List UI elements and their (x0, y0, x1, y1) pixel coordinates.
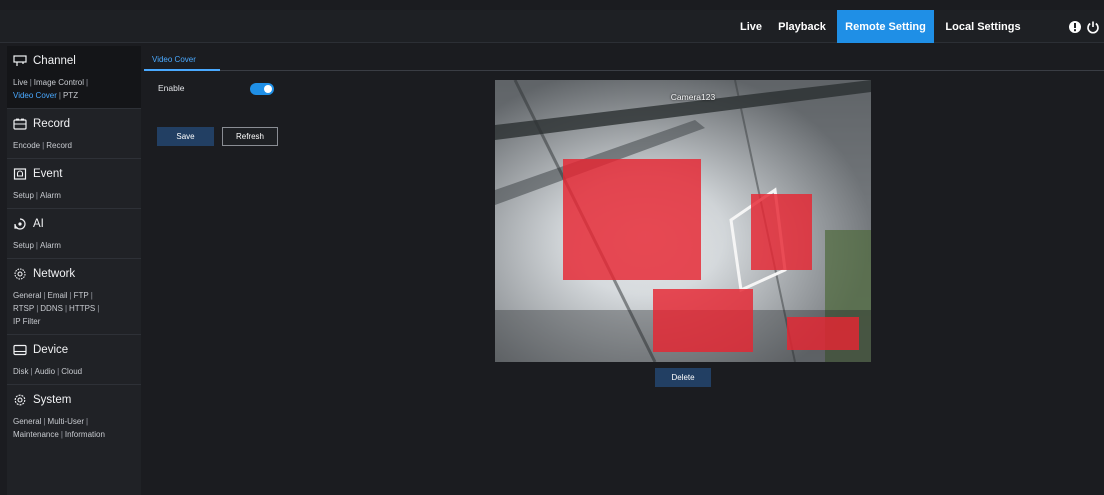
top-icons (1068, 20, 1104, 34)
sidebar-link-video-cover[interactable]: Video Cover (13, 91, 57, 100)
sidebar-link-maintenance[interactable]: Maintenance (13, 430, 59, 439)
sidebar-device-links: Disk | Audio | Cloud (13, 367, 83, 376)
enable-label: Enable (158, 83, 185, 93)
sidebar-device-title: Device (33, 344, 69, 356)
record-icon (13, 118, 27, 130)
sidebar-section-network: Network General | Email | FTP | RTSP | DDNS | HTT… (7, 259, 141, 335)
sidebar-system-header[interactable]: System (13, 391, 135, 409)
sidebar-record-header[interactable]: Record (13, 115, 135, 133)
sidebar-link-information[interactable]: Information (65, 430, 105, 439)
channel-icon (13, 55, 27, 66)
sidebar-link-record[interactable]: Record (46, 141, 72, 150)
sidebar-link-audio[interactable]: Audio (35, 367, 55, 376)
sidebar-link-multi-user[interactable]: Multi-User (48, 417, 84, 426)
nav-live[interactable]: Live (731, 10, 771, 43)
sidebar-network-title: Network (33, 268, 76, 280)
sidebar-link-cloud[interactable]: Cloud (61, 367, 82, 376)
sidebar-link-ddns[interactable]: DDNS (40, 304, 63, 313)
sidebar-channel-title: Channel (33, 55, 76, 67)
sidebar-link-system-general[interactable]: General (13, 417, 41, 426)
ai-icon (14, 218, 26, 230)
sidebar-link-ai-setup[interactable]: Setup (13, 241, 34, 250)
sidebar-link-ip-filter[interactable]: IP Filter (13, 317, 40, 326)
device-icon (13, 344, 27, 356)
toggle-knob (264, 85, 272, 93)
sidebar-link-email[interactable]: Email (48, 291, 68, 300)
sidebar-event-title: Event (33, 168, 63, 180)
tab-bar: Video Cover (144, 50, 1104, 71)
top-nav: Live Playback Remote Setting Local Setti… (731, 10, 1104, 43)
sidebar-section-record: Record Encode | Record (7, 109, 141, 159)
main-content: Video Cover Enable Save Refresh Camera12… (144, 46, 1104, 495)
delete-button[interactable]: Delete (655, 368, 711, 387)
sidebar-event-header[interactable]: Event (13, 165, 135, 183)
info-icon[interactable] (1068, 20, 1082, 34)
sidebar-ai-links: Setup | Alarm (13, 241, 61, 250)
sidebar-link-ai-alarm[interactable]: Alarm (40, 241, 61, 250)
save-button[interactable]: Save (157, 127, 214, 146)
gear-icon (14, 394, 26, 406)
sidebar-system-title: System (33, 394, 72, 406)
nav-local-settings[interactable]: Local Settings (934, 10, 1032, 43)
event-icon (13, 168, 27, 180)
cover-area-2[interactable] (751, 194, 812, 270)
power-icon[interactable] (1086, 20, 1100, 34)
sidebar-link-rtsp[interactable]: RTSP (13, 304, 34, 313)
sidebar-link-encode[interactable]: Encode (13, 141, 40, 150)
app-root: Live Playback Remote Setting Local Setti… (0, 0, 1104, 495)
sidebar-channel-links: Live | Image Control | Video Cover | PTZ (13, 78, 89, 100)
sidebar-section-system: System General | Multi-User | Maintenance | I… (7, 385, 141, 447)
cover-area-3[interactable] (653, 289, 753, 352)
sidebar-link-live[interactable]: Live (13, 78, 28, 87)
camera-name-label: Camera123 (670, 92, 716, 102)
cover-area-1[interactable] (563, 159, 701, 280)
sidebar-section-ai: AI Setup | Alarm (7, 209, 141, 259)
enable-toggle[interactable] (250, 83, 274, 95)
sidebar-device-header[interactable]: Device (13, 341, 135, 359)
cover-area-4[interactable] (787, 317, 859, 350)
sidebar-link-network-general[interactable]: General (13, 291, 41, 300)
sidebar-section-event: Event Setup | Alarm (7, 159, 141, 209)
nav-remote-setting[interactable]: Remote Setting (837, 10, 934, 43)
video-preview[interactable]: Camera123 (495, 80, 871, 362)
sidebar-ai-title: AI (33, 218, 44, 230)
sidebar-link-ftp[interactable]: FTP (74, 291, 89, 300)
sidebar-link-disk[interactable]: Disk (13, 367, 29, 376)
sidebar: Channel Live | Image Control | Video Cover |… (7, 46, 141, 495)
sidebar-link-https[interactable]: HTTPS (69, 304, 95, 313)
top-bar: Live Playback Remote Setting Local Setti… (0, 10, 1104, 43)
sidebar-channel-header[interactable]: Channel (13, 52, 135, 70)
sidebar-event-links: Setup | Alarm (13, 191, 61, 200)
sidebar-record-links: Encode | Record (13, 141, 73, 150)
sidebar-section-channel: Channel Live | Image Control | Video Cover |… (7, 46, 141, 109)
network-icon (14, 268, 26, 280)
sidebar-ai-header[interactable]: AI (13, 215, 135, 233)
tab-video-cover[interactable]: Video Cover (144, 50, 220, 71)
sidebar-record-title: Record (33, 118, 71, 130)
sidebar-link-ptz[interactable]: PTZ (63, 91, 78, 100)
sidebar-link-image-control[interactable]: Image Control (34, 78, 84, 87)
sidebar-section-device: Device Disk | Audio | Cloud (7, 335, 141, 385)
sidebar-link-event-alarm[interactable]: Alarm (40, 191, 61, 200)
sidebar-network-links: General | Email | FTP | RTSP | DDNS | HTTPS | IP F… (13, 291, 100, 326)
refresh-button[interactable]: Refresh (222, 127, 278, 146)
sidebar-network-header[interactable]: Network (13, 265, 135, 283)
sidebar-system-links: General | Multi-User | Maintenance | Informat… (13, 417, 105, 439)
nav-playback[interactable]: Playback (771, 10, 833, 43)
sidebar-link-event-setup[interactable]: Setup (13, 191, 34, 200)
